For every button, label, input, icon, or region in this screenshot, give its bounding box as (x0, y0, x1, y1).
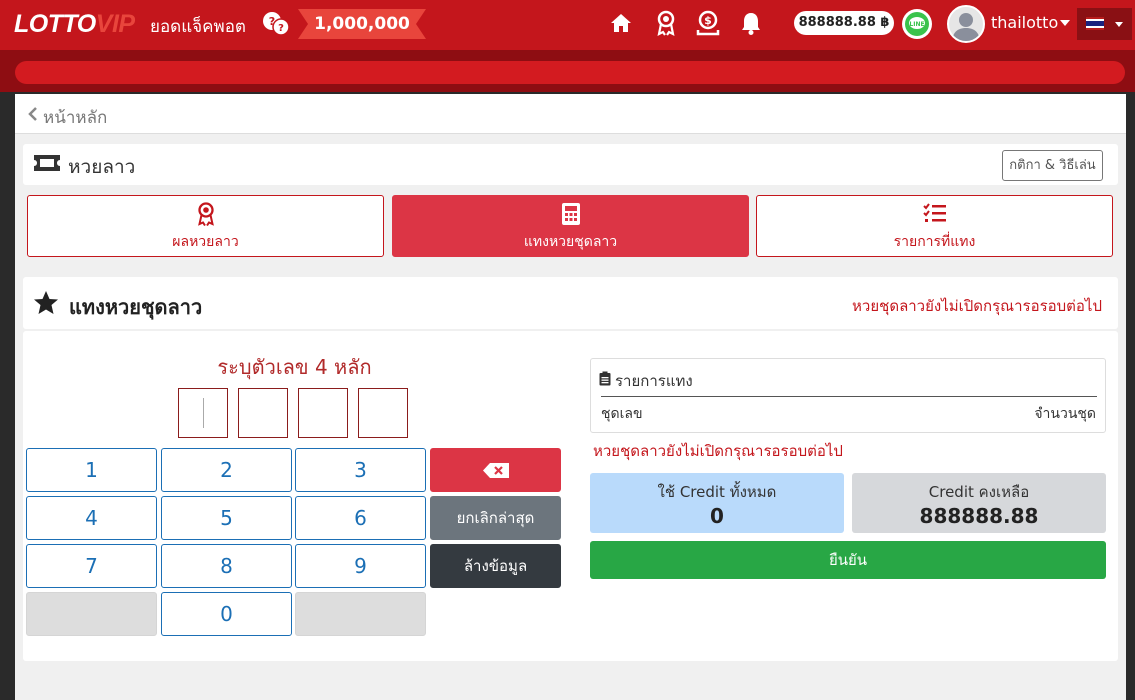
key-blank-right (295, 592, 426, 636)
jackpot-label: ยอดแจ็คพอต (150, 17, 246, 37)
line-chat-icon[interactable]: LINE (901, 8, 933, 40)
text-cursor (203, 398, 204, 428)
credit-used-box: ใช้ Credit ทั้งหมด 0 (590, 473, 844, 533)
bell-icon[interactable] (738, 10, 764, 36)
digit-input-3[interactable] (298, 388, 348, 438)
key-3[interactable]: 3 (295, 448, 426, 492)
backspace-button[interactable] (430, 448, 561, 492)
star-icon (34, 291, 58, 314)
deposit-icon[interactable]: $ (695, 10, 721, 36)
page-title-card: หวยลาว กติกา & วิธีเล่น (23, 144, 1118, 185)
brand-logo[interactable]: LOTTOVIP (14, 10, 135, 39)
username[interactable]: thailotto (991, 13, 1058, 32)
svg-text:?: ? (278, 23, 284, 34)
digit-input-2[interactable] (238, 388, 288, 438)
divider (601, 396, 1097, 397)
bet-section-header: แทงหวยชุดลาว หวยชุดลาวยังไม่เปิดกรุณารอร… (23, 277, 1118, 329)
jackpot-value: 1,000,000 (314, 14, 410, 34)
credit-remaining-value: 888888.88 (919, 504, 1039, 528)
key-1[interactable]: 1 (26, 448, 157, 492)
credit-used-value: 0 (710, 504, 724, 528)
backspace-icon (482, 463, 509, 478)
svg-text:LINE: LINE (909, 21, 924, 28)
user-dropdown-chevron-icon[interactable] (1060, 20, 1070, 26)
credit-remaining-box: Credit คงเหลือ 888888.88 (852, 473, 1106, 533)
tab-bet-list[interactable]: รายการที่แทง (756, 195, 1113, 257)
key-8[interactable]: 8 (161, 544, 292, 588)
bet-list-card: รายการแทง ชุดเลข จำนวนชุด (590, 358, 1106, 433)
key-5[interactable]: 5 (161, 496, 292, 540)
back-link[interactable]: หน้าหลัก (15, 94, 1126, 134)
key-4[interactable]: 4 (26, 496, 157, 540)
digit-input-1[interactable] (178, 388, 228, 438)
key-6[interactable]: 6 (295, 496, 426, 540)
page-title: หวยลาว (68, 156, 136, 178)
key-7[interactable]: 7 (26, 544, 157, 588)
rules-button[interactable]: กติกา & วิธีเล่น (1002, 150, 1103, 181)
digit-input-4[interactable] (358, 388, 408, 438)
checklist-icon (923, 203, 946, 222)
column-header-number-set: ชุดเลข (601, 406, 643, 422)
balance-pill[interactable]: 888888.88 ฿ (794, 11, 894, 35)
clear-all-button[interactable]: ล้างข้อมูล (430, 544, 561, 588)
language-chevron-icon (1115, 22, 1123, 27)
credit-remaining-label: Credit คงเหลือ (928, 483, 1030, 501)
svg-text:?: ? (269, 15, 275, 28)
credit-used-label: ใช้ Credit ทั้งหมด (657, 483, 777, 501)
bet-body: ระบุตัวเลข 4 หลัก 1 2 3 4 5 6 ยกเลิกล่าส… (23, 331, 1118, 661)
key-9[interactable]: 9 (295, 544, 426, 588)
avatar[interactable] (947, 5, 985, 43)
bet-list-title: รายการแทง (599, 369, 693, 393)
bet-title: แทงหวยชุดลาว (69, 295, 203, 319)
jackpot-help-icon[interactable]: ?? (262, 11, 290, 37)
confirm-button[interactable]: ยืนยัน (590, 541, 1106, 579)
home-icon[interactable] (608, 10, 634, 36)
cancel-last-button[interactable]: ยกเลิกล่าสุด (430, 496, 561, 540)
jackpot-ribbon: 1,000,000 (298, 9, 426, 39)
tab-bet-laos-set[interactable]: แทงหวยชุดลาว (392, 195, 749, 257)
key-2[interactable]: 2 (161, 448, 292, 492)
announcement-marquee (15, 61, 1125, 84)
svg-text:$: $ (704, 14, 712, 27)
main-content: หน้าหลัก หวยลาว กติกา & วิธีเล่น ผลหวยลา… (15, 94, 1126, 700)
key-0[interactable]: 0 (161, 592, 292, 636)
chevron-left-icon (28, 107, 37, 121)
language-selector[interactable] (1077, 8, 1132, 40)
tab-lottery-results[interactable]: ผลหวยลาว (27, 195, 384, 257)
thai-flag-icon (1086, 17, 1104, 30)
back-label: หน้าหลัก (43, 108, 108, 128)
top-navbar: LOTTOVIP ยอดแจ็คพอต ?? 1,000,000 $ 88888… (0, 0, 1135, 50)
column-header-set-count: จำนวนชุด (1034, 406, 1096, 422)
calculator-icon (562, 203, 580, 225)
key-blank-left (26, 592, 157, 636)
clipboard-icon (599, 371, 611, 386)
award-icon (198, 202, 214, 226)
closed-message: หวยชุดลาวยังไม่เปิดกรุณารอรอบต่อไป (852, 297, 1102, 315)
award-icon[interactable] (653, 10, 679, 36)
digit-prompt: ระบุตัวเลข 4 หลัก (217, 355, 372, 379)
closed-message-secondary: หวยชุดลาวยังไม่เปิดกรุณารอรอบต่อไป (593, 442, 843, 460)
ticket-icon (34, 155, 60, 171)
